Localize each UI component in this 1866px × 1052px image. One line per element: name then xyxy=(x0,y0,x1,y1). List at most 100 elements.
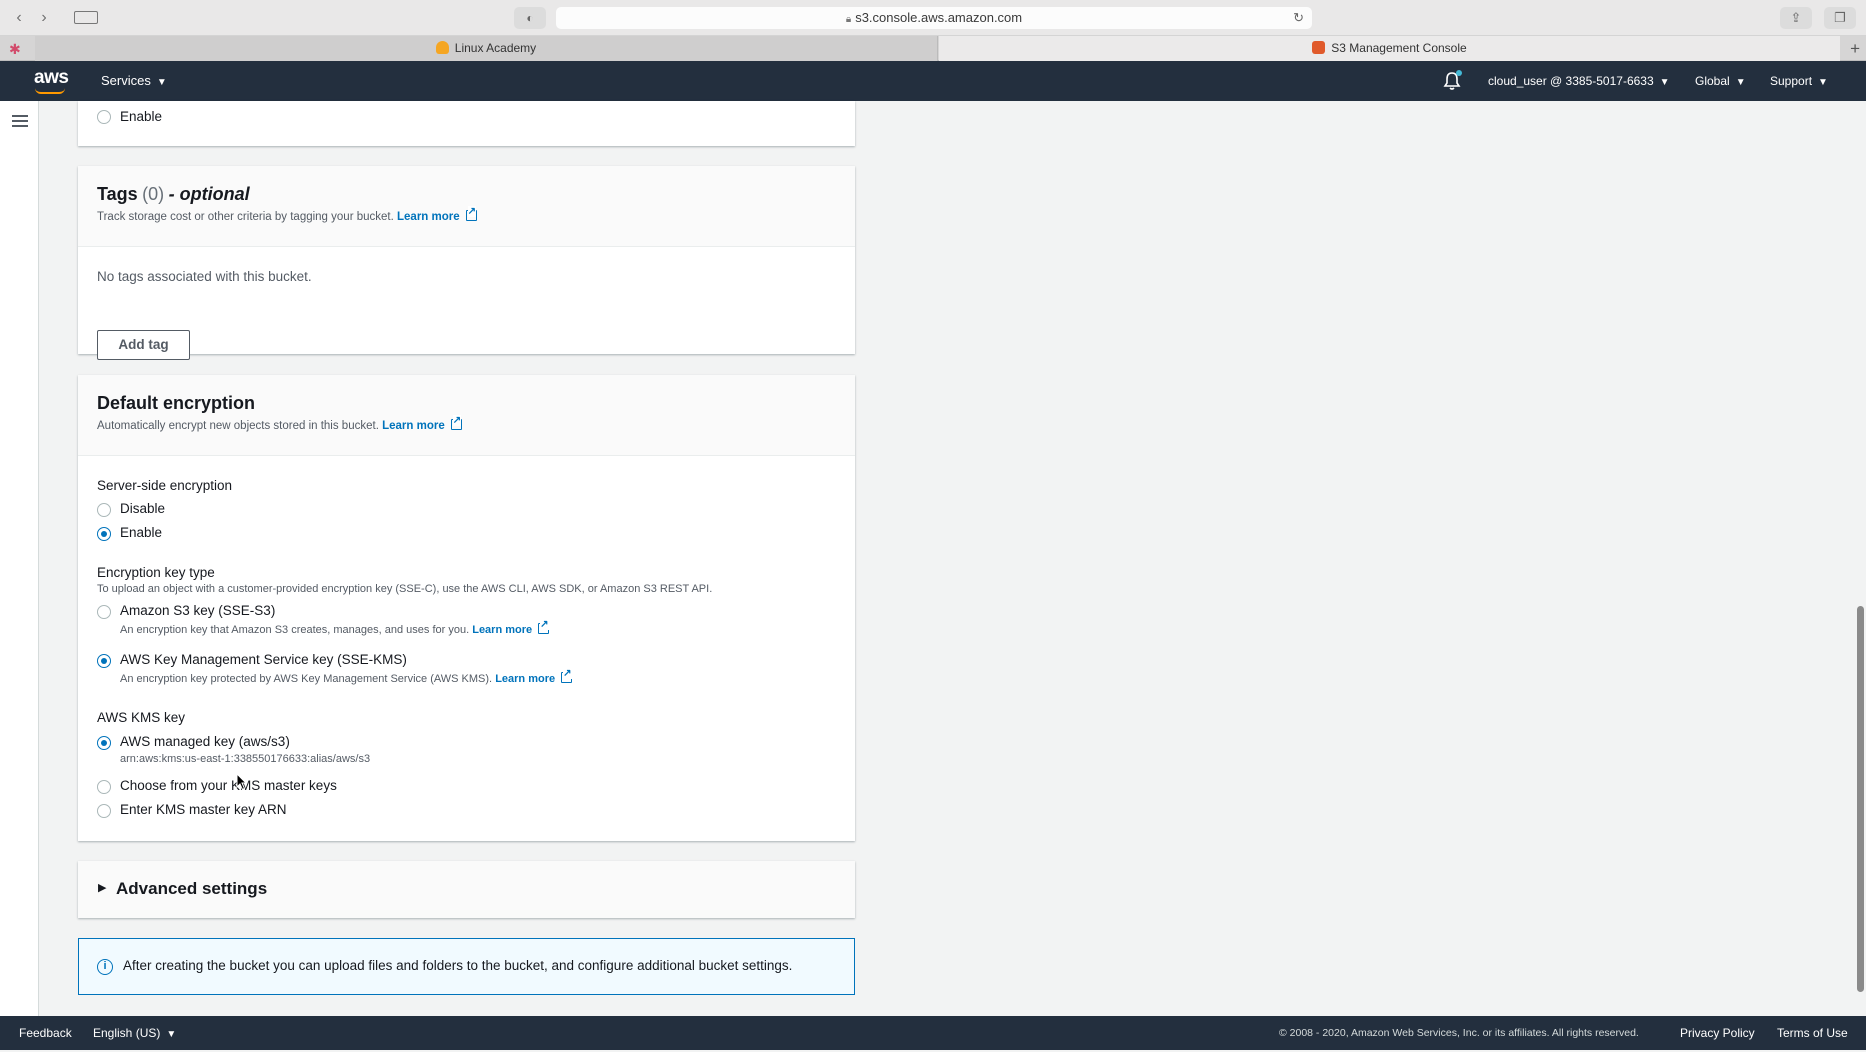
enable-label: Enable xyxy=(120,109,163,124)
sse-s3-description-text: An encryption key that Amazon S3 creates… xyxy=(120,624,470,636)
sse-kms-description: An encryption key protected by AWS Key M… xyxy=(120,668,573,685)
kms-managed-key-label: AWS managed key (aws/s3) xyxy=(120,734,290,749)
kms-managed-key-arn: arn:aws:kms:us-east-1:338550176633:alias… xyxy=(120,753,371,765)
server-side-encryption-label: Server-side encryption xyxy=(97,478,233,493)
mouse-cursor-icon xyxy=(236,773,248,791)
default-encryption-panel: Default encryption Automatically encrypt… xyxy=(78,375,855,841)
sse-disable-label: Disable xyxy=(120,501,166,516)
console-footer: Feedback English (US) ▼ © 2008 - 2020, Am… xyxy=(0,1016,1866,1050)
forward-icon[interactable]: › xyxy=(34,9,54,27)
share-icon[interactable]: ⇪ xyxy=(1780,7,1812,29)
no-tags-text: No tags associated with this bucket. xyxy=(97,269,312,284)
caret-down-icon: ▼ xyxy=(1818,77,1828,88)
tags-learn-more-link[interactable]: Learn more xyxy=(397,211,460,223)
info-alert-text: After creating the bucket you can upload… xyxy=(123,958,793,973)
info-icon: i xyxy=(97,959,113,975)
tab-s3-console[interactable]: S3 Management Console xyxy=(939,36,1840,61)
aws-console-header: aws Services ▼ cloud_user @ 3385-5017-663… xyxy=(0,61,1866,101)
external-link-icon xyxy=(561,668,573,683)
external-link-icon xyxy=(450,415,462,430)
encryption-description-text: Automatically encrypt new objects stored… xyxy=(97,420,379,432)
tags-description: Track storage cost or other criteria by … xyxy=(97,206,477,223)
privacy-shield-icon[interactable]: ◐ xyxy=(514,7,546,29)
copyright-text: © 2008 - 2020, Amazon Web Services, Inc.… xyxy=(1279,1027,1639,1039)
sse-kms-label: AWS Key Management Service key (SSE-KMS) xyxy=(120,652,407,667)
account-menu[interactable]: cloud_user @ 3385-5017-6633 ▼ xyxy=(1488,61,1670,103)
advanced-settings-title[interactable]: Advanced settings xyxy=(116,879,267,899)
kms-enter-arn-radio[interactable] xyxy=(97,804,111,818)
tab-strip: ✱ Linux Academy S3 Management Console + xyxy=(0,36,1866,61)
side-navigation-rail xyxy=(0,101,39,1016)
sse-kms-description-text: An encryption key protected by AWS Key M… xyxy=(120,673,493,685)
tab-label: S3 Management Console xyxy=(1331,41,1467,55)
encryption-key-type-label: Encryption key type xyxy=(97,565,215,580)
add-tag-button[interactable]: Add tag xyxy=(97,330,190,360)
encryption-panel-header: Default encryption Automatically encrypt… xyxy=(78,375,855,456)
region-menu[interactable]: Global ▼ xyxy=(1695,61,1746,103)
kms-choose-master-key-label: Choose from your KMS master keys xyxy=(120,778,337,793)
language-label: English (US) xyxy=(93,1026,161,1040)
tags-count: (0) xyxy=(142,184,165,204)
tabs-overview-icon[interactable]: ❐ xyxy=(1824,7,1856,29)
terms-of-use-link[interactable]: Terms of Use xyxy=(1777,1016,1848,1050)
privacy-policy-link[interactable]: Privacy Policy xyxy=(1680,1016,1755,1050)
sse-enable-label: Enable xyxy=(120,525,163,540)
encryption-key-type-description: To upload an object with a customer-prov… xyxy=(97,583,713,595)
support-menu[interactable]: Support ▼ xyxy=(1770,61,1828,103)
sidebar-toggle-icon[interactable] xyxy=(74,11,98,24)
sse-enable-radio[interactable] xyxy=(97,527,111,541)
tab-linux-academy[interactable]: Linux Academy xyxy=(35,36,938,61)
lock-icon: 🔒︎ xyxy=(845,14,852,25)
services-menu[interactable]: Services ▼ xyxy=(101,61,167,103)
advanced-settings-panel[interactable]: ▶ Advanced settings xyxy=(78,861,855,918)
caret-down-icon: ▼ xyxy=(166,1029,177,1040)
aws-logo[interactable]: aws xyxy=(34,67,69,89)
reload-icon[interactable]: ↻ xyxy=(1293,7,1304,29)
aws-kms-key-label: AWS KMS key xyxy=(97,710,186,725)
back-icon[interactable]: ‹ xyxy=(9,9,29,27)
encryption-description: Automatically encrypt new objects stored… xyxy=(97,415,462,432)
sse-s3-radio[interactable] xyxy=(97,605,111,619)
bucket-versioning-panel-partial: Enable xyxy=(78,101,855,146)
language-selector[interactable]: English (US) ▼ xyxy=(93,1016,176,1052)
tags-panel: Tags (0) - optional Track storage cost o… xyxy=(78,166,855,360)
encryption-learn-more-link[interactable]: Learn more xyxy=(382,420,445,432)
kms-enter-arn-label: Enter KMS master key ARN xyxy=(120,802,287,817)
kms-choose-master-key-radio[interactable] xyxy=(97,780,111,794)
s3-favicon-icon xyxy=(1312,41,1326,54)
info-alert: i After creating the bucket you can uplo… xyxy=(78,938,855,995)
enable-radio[interactable] xyxy=(97,110,111,124)
kms-managed-key-radio[interactable] xyxy=(97,736,111,750)
aws-smile-logo-mark xyxy=(35,88,65,94)
sse-kms-learn-more-link[interactable]: Learn more xyxy=(495,673,555,685)
sse-disable-radio[interactable] xyxy=(97,503,111,517)
external-link-icon xyxy=(538,619,550,634)
caret-down-icon: ▼ xyxy=(156,77,167,88)
tags-title: Tags xyxy=(97,184,138,204)
sse-s3-description: An encryption key that Amazon S3 creates… xyxy=(120,619,550,636)
new-tab-icon[interactable]: + xyxy=(1850,36,1860,61)
hamburger-menu-icon[interactable] xyxy=(12,115,28,127)
tags-optional: - optional xyxy=(168,184,250,204)
cloud-favicon-icon xyxy=(435,41,449,54)
tab-label: Linux Academy xyxy=(454,41,537,55)
sse-kms-radio[interactable] xyxy=(97,654,111,668)
pinned-tab-slack-icon[interactable]: ✱ xyxy=(9,41,25,57)
sse-s3-label: Amazon S3 key (SSE-S3) xyxy=(120,603,276,618)
browser-toolbar: ‹ › ◐ 🔒︎ s3.console.aws.amazon.com ↻ ⇪ ❐ xyxy=(0,0,1866,36)
tags-panel-header: Tags (0) - optional Track storage cost o… xyxy=(78,166,855,247)
external-link-icon xyxy=(465,206,477,221)
sse-s3-learn-more-link[interactable]: Learn more xyxy=(472,624,532,636)
address-bar[interactable]: 🔒︎ s3.console.aws.amazon.com ↻ xyxy=(556,7,1312,29)
expand-caret-icon[interactable]: ▶ xyxy=(98,881,106,894)
caret-down-icon: ▼ xyxy=(1735,77,1746,88)
services-label: Services xyxy=(101,73,151,88)
caret-down-icon: ▼ xyxy=(1659,77,1670,88)
region-label: Global xyxy=(1695,74,1730,88)
tags-description-text: Track storage cost or other criteria by … xyxy=(97,211,394,223)
account-label: cloud_user @ 3385-5017-6633 xyxy=(1488,74,1654,88)
feedback-link[interactable]: Feedback xyxy=(19,1016,72,1050)
scrollbar-thumb[interactable] xyxy=(1857,606,1864,992)
support-label: Support xyxy=(1770,74,1813,88)
encryption-title: Default encryption xyxy=(97,393,256,413)
